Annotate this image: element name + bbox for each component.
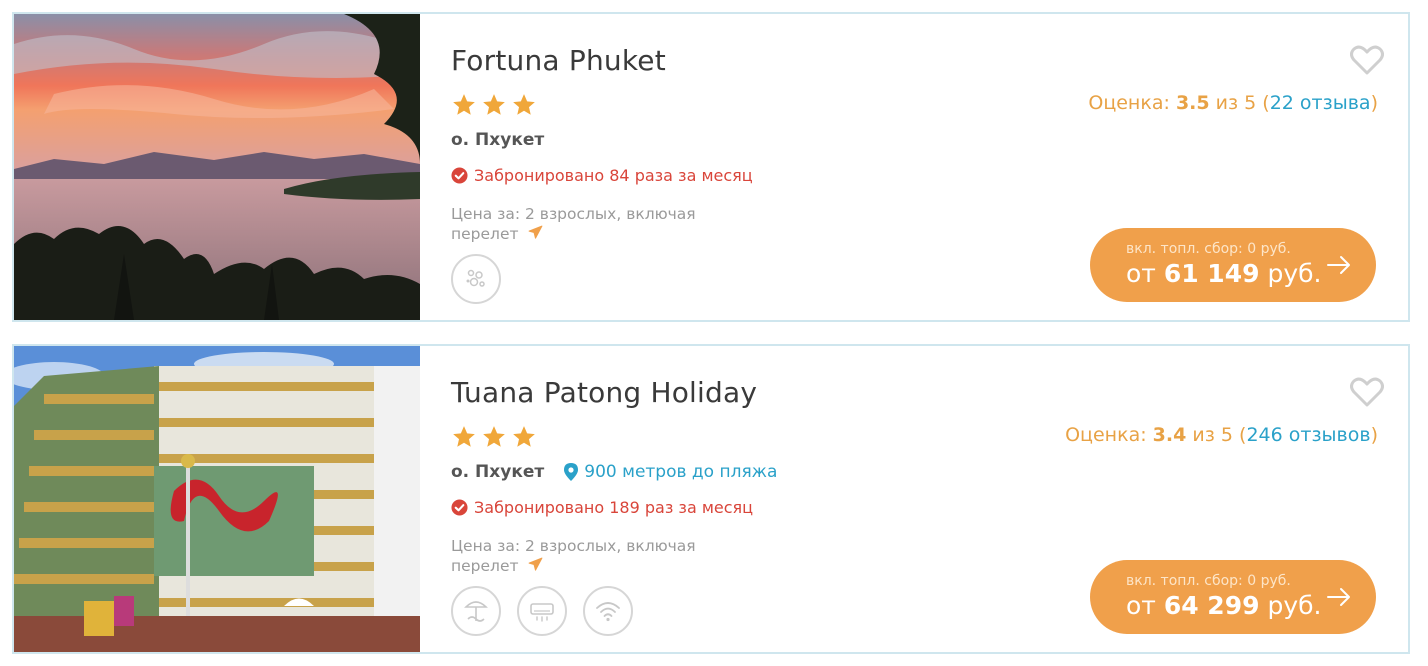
location-row: о. Пхукет <box>451 130 544 150</box>
price-for-note: Цена за: 2 взрослых, включая перелет <box>451 204 741 244</box>
star-icon <box>483 94 505 115</box>
rating-scale: из 5 <box>1215 92 1257 114</box>
laundry-icon[interactable] <box>451 254 501 304</box>
price-value: 64 299 <box>1163 591 1260 620</box>
check-badge-icon <box>451 499 468 516</box>
location-label: о. Пхукет <box>451 130 545 150</box>
amenities-list <box>451 254 501 304</box>
price-prefix: от <box>1126 259 1156 288</box>
star-icon <box>513 94 535 115</box>
airplane-icon <box>529 557 543 571</box>
arrow-right-icon <box>1327 588 1350 606</box>
hotel-photo[interactable] <box>14 346 420 652</box>
reviews-link[interactable]: 246 отзывов <box>1246 424 1370 446</box>
rating-label: Оценка: <box>1088 92 1170 114</box>
beach-distance-text: 900 метров до пляжа <box>584 462 778 482</box>
booked-count: Забронировано 189 раз за месяц <box>451 498 753 517</box>
reviews-link[interactable]: 22 отзыва <box>1270 92 1371 114</box>
map-pin-icon <box>564 463 579 481</box>
booked-text: Забронировано 189 раз за месяц <box>474 498 754 517</box>
star-icon <box>453 94 475 115</box>
air-conditioner-icon[interactable] <box>517 586 567 636</box>
price-value: 61 149 <box>1163 259 1260 288</box>
beach-distance[interactable]: 900 метров до пляжа <box>564 462 777 482</box>
wifi-icon[interactable] <box>583 586 633 636</box>
hotel-card[interactable]: Fortuna Phuket о. Пхукет Забронировано 8… <box>12 12 1410 322</box>
favorite-heart-icon[interactable] <box>1350 44 1384 76</box>
price-for-text: Цена за: 2 взрослых, включая перелет <box>451 205 696 243</box>
price-text: от 64 299 руб. <box>1126 591 1321 620</box>
star-icon <box>453 426 475 447</box>
favorite-heart-icon[interactable] <box>1350 376 1384 408</box>
booked-count: Забронировано 84 раза за месяц <box>451 166 753 185</box>
amenities-list <box>451 586 633 636</box>
location-row: о. Пхукет 900 метров до пляжа <box>451 462 777 482</box>
rating-value: 3.4 <box>1152 424 1187 446</box>
price-button[interactable]: вкл. топл. сбор: 0 руб. от 64 299 руб. <box>1090 560 1376 634</box>
fuel-fee-note: вкл. топл. сбор: 0 руб. <box>1126 573 1291 589</box>
booked-text: Забронировано 84 раза за месяц <box>474 166 753 185</box>
hotel-name[interactable]: Tuana Patong Holiday <box>451 376 757 409</box>
star-rating <box>451 424 537 450</box>
star-rating <box>451 92 537 118</box>
rating-label: Оценка: <box>1065 424 1147 446</box>
fuel-fee-note: вкл. топл. сбор: 0 руб. <box>1126 241 1291 257</box>
rating-value: 3.5 <box>1175 92 1210 114</box>
rating-scale: из 5 <box>1192 424 1233 446</box>
check-badge-icon <box>451 167 468 184</box>
beach-umbrella-icon[interactable] <box>451 586 501 636</box>
price-for-note: Цена за: 2 взрослых, включая перелет <box>451 536 741 576</box>
price-for-text: Цена за: 2 взрослых, включая перелет <box>451 537 696 575</box>
arrow-right-icon <box>1327 256 1350 274</box>
location-label: о. Пхукет <box>451 462 545 482</box>
rating-summary: Оценка: 3.5 из 5 (22 отзыва) <box>1088 92 1378 114</box>
price-text: от 61 149 руб. <box>1126 259 1321 288</box>
price-currency: руб. <box>1267 591 1322 620</box>
star-icon <box>513 426 535 447</box>
airplane-icon <box>529 225 543 239</box>
price-currency: руб. <box>1267 259 1322 288</box>
hotel-name[interactable]: Fortuna Phuket <box>451 44 666 77</box>
price-prefix: от <box>1126 591 1156 620</box>
price-button[interactable]: вкл. топл. сбор: 0 руб. от 61 149 руб. <box>1090 228 1376 302</box>
rating-summary: Оценка: 3.4 из 5 (246 отзывов) <box>1065 424 1378 446</box>
hotel-photo[interactable] <box>14 14 420 320</box>
hotel-card[interactable]: Tuana Patong Holiday о. Пхукет 900 метро… <box>12 344 1410 654</box>
star-icon <box>483 426 505 447</box>
